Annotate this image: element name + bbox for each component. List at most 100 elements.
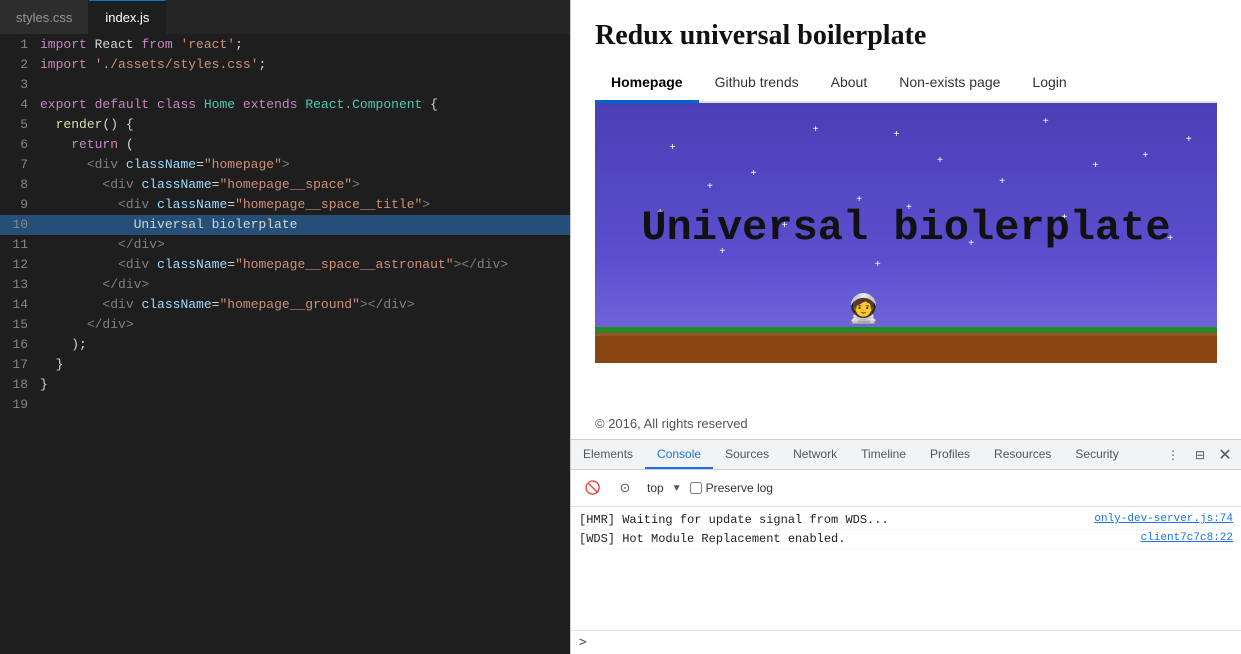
line-content: import React from 'react';: [40, 35, 243, 55]
devtools-dock-button[interactable]: ⊟: [1187, 448, 1213, 462]
line-number: 2: [0, 55, 40, 75]
line-number: 16: [0, 335, 40, 355]
devtools-tab-console[interactable]: Console: [645, 440, 713, 469]
devtools-tab-network[interactable]: Network: [781, 440, 849, 469]
devtools-panel: ElementsConsoleSourcesNetworkTimelinePro…: [571, 439, 1241, 654]
code-line: 7 <div className="homepage">: [0, 155, 570, 175]
line-number: 8: [0, 175, 40, 195]
line-number: 9: [0, 195, 40, 215]
devtools-tab-resources[interactable]: Resources: [982, 440, 1063, 469]
nav-tab-login[interactable]: Login: [1016, 64, 1082, 103]
line-number: 17: [0, 355, 40, 375]
line-content: </div>: [40, 235, 165, 255]
line-number: 12: [0, 255, 40, 275]
code-line: 4export default class Home extends React…: [0, 95, 570, 115]
devtools-more-button[interactable]: ⋮: [1159, 448, 1187, 462]
console-source-link[interactable]: client7c7c8:22: [1141, 532, 1233, 544]
line-number: 7: [0, 155, 40, 175]
editor-panel: styles.cssindex.js 1import React from 'r…: [0, 0, 570, 654]
code-line: 5 render() {: [0, 115, 570, 135]
code-line: 11 </div>: [0, 235, 570, 255]
code-line: 15 </div>: [0, 315, 570, 335]
line-content: </div>: [40, 275, 149, 295]
code-line: 13 </div>: [0, 275, 570, 295]
footer-text: © 2016, All rights reserved: [571, 408, 1241, 439]
console-context-select[interactable]: top: [643, 481, 668, 495]
star-6: +: [707, 181, 713, 192]
console-source-link[interactable]: only-dev-server.js:74: [1094, 513, 1233, 525]
star-0: +: [670, 142, 676, 153]
devtools-tab-elements[interactable]: Elements: [571, 440, 645, 469]
star-8: +: [999, 176, 1005, 187]
line-number: 4: [0, 95, 40, 115]
line-content: );: [40, 335, 87, 355]
code-line: 6 return (: [0, 135, 570, 155]
line-content: <div className="homepage__space__astrona…: [40, 255, 508, 275]
console-prompt: >: [579, 635, 587, 650]
devtools-tabs: ElementsConsoleSourcesNetworkTimelinePro…: [571, 440, 1241, 470]
star-4: +: [1142, 150, 1148, 161]
console-line: [HMR] Waiting for update signal from WDS…: [579, 511, 1233, 530]
line-content: }: [40, 375, 48, 395]
code-line: 2import './assets/styles.css';: [0, 55, 570, 75]
console-no-entry-icon[interactable]: 🚫: [579, 474, 607, 502]
nav-tab-homepage[interactable]: Homepage: [595, 64, 699, 103]
console-input-line: >: [571, 630, 1241, 654]
console-input[interactable]: [593, 636, 1233, 650]
line-content: <div className="homepage">: [40, 155, 290, 175]
code-line: 1import React from 'react';: [0, 35, 570, 55]
star-9: +: [1093, 160, 1099, 171]
editor-tab-indexjs[interactable]: index.js: [89, 0, 166, 34]
console-filter-icon[interactable]: ⊙: [611, 474, 639, 502]
browser-content: Redux universal boilerplate HomepageGith…: [571, 0, 1241, 439]
console-message: [HMR] Waiting for update signal from WDS…: [579, 513, 889, 527]
browser-panel: Redux universal boilerplate HomepageGith…: [570, 0, 1241, 654]
line-number: 1: [0, 35, 40, 55]
code-area[interactable]: 1import React from 'react';2import './as…: [0, 35, 570, 654]
console-line: [WDS] Hot Module Replacement enabled. cli…: [579, 530, 1233, 549]
code-line: 16 );: [0, 335, 570, 355]
code-line: 12 <div className="homepage__space__astr…: [0, 255, 570, 275]
star-16: +: [875, 259, 881, 270]
console-message: [WDS] Hot Module Replacement enabled.: [579, 532, 845, 546]
nav-tab-non-exists-page[interactable]: Non-exists page: [883, 64, 1016, 103]
page-area: Redux universal boilerplate HomepageGith…: [571, 0, 1241, 408]
nav-tab-github-trends[interactable]: Github trends: [699, 64, 815, 103]
star-1: +: [813, 124, 819, 135]
nav-tab-about[interactable]: About: [815, 64, 884, 103]
line-content: return (: [40, 135, 134, 155]
line-number: 3: [0, 75, 40, 95]
editor-tabs: styles.cssindex.js: [0, 0, 570, 35]
console-context-arrow[interactable]: ▼: [672, 483, 682, 494]
ground-strip: [595, 333, 1217, 363]
devtools-tab-sources[interactable]: Sources: [713, 440, 781, 469]
code-line: 17 }: [0, 355, 570, 375]
nav-tabs: HomepageGithub trendsAboutNon-exists pag…: [595, 64, 1217, 103]
code-line: 19: [0, 395, 570, 415]
preserve-log-area: Preserve log: [690, 481, 773, 495]
line-content: <div className="homepage__space">: [40, 175, 360, 195]
line-content: <div className="homepage__ground"></div>: [40, 295, 415, 315]
line-number: 10: [0, 215, 40, 235]
line-content: Universal biolerplate: [40, 215, 297, 235]
line-number: 13: [0, 275, 40, 295]
editor-tab-stylescss[interactable]: styles.css: [0, 0, 89, 34]
code-line: 8 <div className="homepage__space">: [0, 175, 570, 195]
line-content: import './assets/styles.css';: [40, 55, 266, 75]
star-18: +: [894, 129, 900, 140]
devtools-tab-timeline[interactable]: Timeline: [849, 440, 918, 469]
code-line: 3: [0, 75, 570, 95]
star-2: +: [937, 155, 943, 166]
devtools-tab-security[interactable]: Security: [1063, 440, 1130, 469]
devtools-console-bar: 🚫 ⊙ top ▼ Preserve log: [571, 470, 1241, 507]
line-content: <div className="homepage__space__title">: [40, 195, 430, 215]
line-content: </div>: [40, 315, 134, 335]
astronaut-sprite: 🧑‍🚀: [846, 292, 881, 325]
preserve-log-checkbox[interactable]: [690, 482, 702, 494]
game-canvas: ++++++++++++++++++++ Universal biolerpla…: [595, 103, 1217, 363]
devtools-close-button[interactable]: ✕: [1213, 443, 1237, 467]
devtools-tab-profiles[interactable]: Profiles: [918, 440, 982, 469]
line-content: render() {: [40, 115, 134, 135]
console-output: [HMR] Waiting for update signal from WDS…: [571, 507, 1241, 630]
line-content: export default class Home extends React.…: [40, 95, 438, 115]
